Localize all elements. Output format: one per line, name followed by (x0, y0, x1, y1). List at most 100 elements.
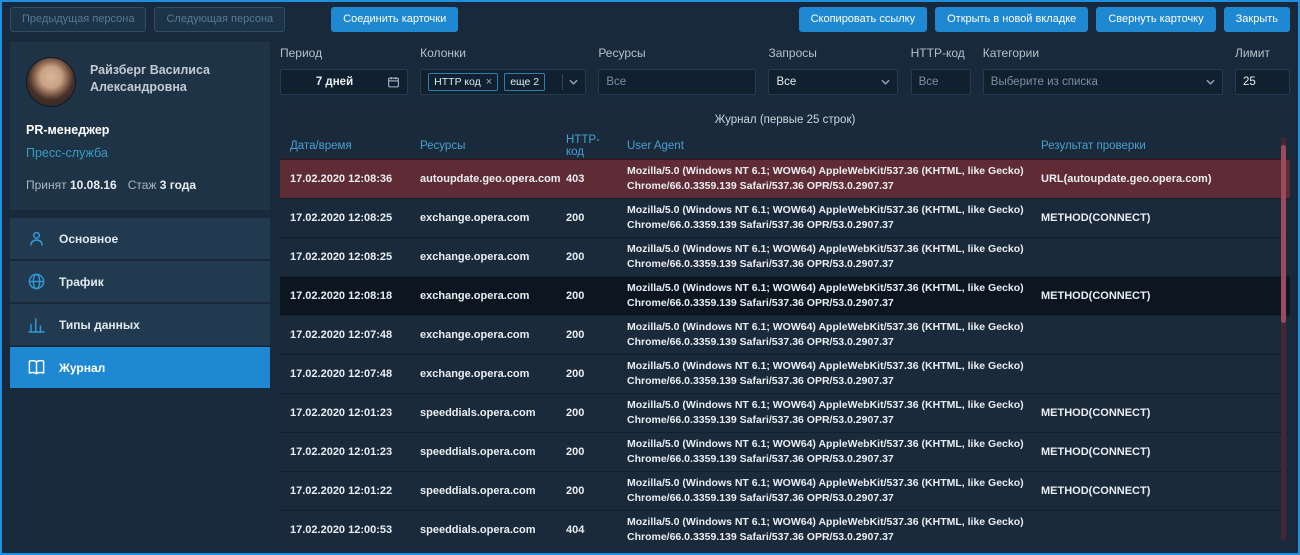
open-new-tab-button[interactable]: Открыть в новой вкладке (935, 7, 1088, 32)
profile-card: Райзберг Василиса Александровна PR-менед… (10, 42, 270, 210)
prev-person-button[interactable]: Предыдущая персона (10, 7, 146, 32)
categories-select[interactable]: Выберите из списка (983, 69, 1223, 95)
cell-resource: exchange.opera.com (420, 290, 566, 302)
scrollbar-thumb[interactable] (1281, 145, 1286, 323)
table-row[interactable]: 17.02.2020 12:01:23speeddials.opera.com2… (280, 432, 1290, 471)
cell-http-code: 200 (566, 212, 627, 224)
sidebar-item-main[interactable]: Основное (10, 218, 270, 259)
cell-user-agent: Mozilla/5.0 (Windows NT 6.1; WOW64) Appl… (627, 242, 1041, 271)
table-title: Журнал (первые 25 строк) (280, 107, 1290, 133)
top-toolbar: Предыдущая персона Следующая персона Сое… (2, 2, 1298, 36)
hired-date: 10.08.16 (70, 178, 117, 192)
period-value: 7 дней (288, 76, 381, 88)
cell-resource: speeddials.opera.com (420, 524, 566, 536)
cell-check-result: METHOD(CONNECT) (1041, 290, 1274, 302)
cell-user-agent: Mozilla/5.0 (Windows NT 6.1; WOW64) Appl… (627, 398, 1041, 427)
table-row[interactable]: 17.02.2020 12:08:18exchange.opera.com200… (280, 276, 1290, 315)
sidebar-item-traffic[interactable]: Трафик (10, 261, 270, 302)
cell-datetime: 17.02.2020 12:01:23 (290, 407, 420, 419)
table-row[interactable]: 17.02.2020 12:07:48exchange.opera.com200… (280, 315, 1290, 354)
person-meta: Принят 10.08.16 Стаж 3 года (26, 178, 254, 192)
sidebar-item-data-types[interactable]: Типы данных (10, 304, 270, 345)
limit-input[interactable] (1235, 69, 1290, 95)
cell-datetime: 17.02.2020 12:01:22 (290, 485, 420, 497)
avatar (26, 57, 76, 107)
calendar-icon (387, 75, 400, 89)
table-row[interactable]: 17.02.2020 12:08:36autoupdate.geo.opera.… (280, 159, 1290, 198)
globe-icon (27, 272, 46, 291)
sidebar-item-label: Типы данных (59, 318, 140, 332)
cell-datetime: 17.02.2020 12:00:53 (290, 524, 420, 536)
table-row[interactable]: 17.02.2020 12:01:22speeddials.opera.com2… (280, 471, 1290, 510)
cell-http-code: 404 (566, 524, 627, 536)
tenure-value: 3 года (160, 178, 196, 192)
requests-label: Запросы (768, 46, 898, 60)
content-area: Райзберг Василиса Александровна PR-менед… (2, 36, 1298, 553)
cell-resource: autoupdate.geo.opera.com (420, 173, 566, 185)
divider (562, 74, 563, 90)
column-chip-http-code[interactable]: HTTP код × (428, 73, 498, 91)
more-columns-chip[interactable]: еще 2 (504, 73, 545, 91)
cell-http-code: 200 (566, 407, 627, 419)
cell-datetime: 17.02.2020 12:08:25 (290, 251, 420, 263)
hired-label: Принят (26, 178, 67, 192)
chevron-down-icon (881, 79, 890, 85)
cell-resource: exchange.opera.com (420, 329, 566, 341)
cell-user-agent: Mozilla/5.0 (Windows NT 6.1; WOW64) Appl… (627, 203, 1041, 232)
column-header-datetime: Дата/время (290, 140, 420, 152)
sidebar-item-label: Трафик (59, 275, 104, 289)
resources-label: Ресурсы (598, 46, 756, 60)
cell-check-result: METHOD(CONNECT) (1041, 407, 1274, 419)
merge-cards-button[interactable]: Соединить карточки (331, 7, 458, 32)
column-header-check-result: Результат проверки (1041, 140, 1274, 152)
copy-link-button[interactable]: Скопировать ссылку (799, 7, 928, 32)
sidebar-item-journal[interactable]: Журнал (10, 347, 270, 388)
cell-user-agent: Mozilla/5.0 (Windows NT 6.1; WOW64) Appl… (627, 515, 1041, 544)
table-scrollbar[interactable] (1281, 137, 1286, 541)
next-person-button[interactable]: Следующая персона (154, 7, 285, 32)
table-row[interactable]: 17.02.2020 12:07:48exchange.opera.com200… (280, 354, 1290, 393)
cell-http-code: 403 (566, 173, 627, 185)
requests-select[interactable]: Все (768, 69, 898, 95)
table-row[interactable]: 17.02.2020 12:08:25exchange.opera.com200… (280, 198, 1290, 237)
toolbar-right-group: Скопировать ссылку Открыть в новой вклад… (799, 7, 1290, 32)
table-row[interactable]: 17.02.2020 12:00:53speeddials.opera.com4… (280, 510, 1290, 549)
person-card-window: Предыдущая персона Следующая персона Сое… (0, 0, 1300, 555)
filters-bar: Период 7 дней Колонки HTTP код × (280, 42, 1290, 107)
sidebar-menu: Основное Трафик Типы данных (10, 218, 270, 390)
table-row[interactable]: 17.02.2020 12:01:23speeddials.opera.com2… (280, 393, 1290, 432)
sidebar-item-label: Журнал (59, 361, 105, 375)
journal-panel: Период 7 дней Колонки HTTP код × (280, 42, 1290, 549)
cell-user-agent: Mozilla/5.0 (Windows NT 6.1; WOW64) Appl… (627, 437, 1041, 466)
cell-http-code: 200 (566, 290, 627, 302)
journal-table: Журнал (первые 25 строк) Дата/время Ресу… (280, 107, 1290, 549)
cell-user-agent: Mozilla/5.0 (Windows NT 6.1; WOW64) Appl… (627, 281, 1041, 310)
period-picker[interactable]: 7 дней (280, 69, 408, 95)
cell-user-agent: Mozilla/5.0 (Windows NT 6.1; WOW64) Appl… (627, 320, 1041, 349)
cell-http-code: 200 (566, 446, 627, 458)
resources-input[interactable] (598, 69, 756, 95)
chevron-down-icon (569, 79, 578, 85)
table-row[interactable]: 17.02.2020 12:08:25exchange.opera.com200… (280, 237, 1290, 276)
cell-resource: speeddials.opera.com (420, 446, 566, 458)
cell-check-result: URL(autoupdate.geo.opera.com) (1041, 173, 1274, 185)
collapse-card-button[interactable]: Свернуть карточку (1096, 7, 1215, 32)
cell-user-agent: Mozilla/5.0 (Windows NT 6.1; WOW64) Appl… (627, 164, 1041, 193)
cell-resource: speeddials.opera.com (420, 407, 566, 419)
cell-datetime: 17.02.2020 12:08:25 (290, 212, 420, 224)
column-header-resources: Ресурсы (420, 140, 566, 152)
remove-chip-icon[interactable]: × (486, 77, 492, 88)
cell-resource: exchange.opera.com (420, 251, 566, 263)
period-label: Период (280, 46, 408, 60)
requests-value: Все (776, 76, 875, 88)
columns-label: Колонки (420, 46, 586, 60)
close-button[interactable]: Закрыть (1224, 7, 1290, 32)
columns-multiselect[interactable]: HTTP код × еще 2 (420, 69, 586, 95)
column-header-user-agent: User Agent (627, 140, 1041, 152)
table-header-row: Дата/время Ресурсы HTTP-код User Agent Р… (280, 133, 1290, 159)
toolbar-left-group: Предыдущая персона Следующая персона Сое… (10, 7, 458, 32)
person-position: PR-менеджер (26, 123, 254, 137)
department-link[interactable]: Пресс-служба (26, 146, 254, 160)
cell-http-code: 200 (566, 368, 627, 380)
http-code-input[interactable] (911, 69, 971, 95)
